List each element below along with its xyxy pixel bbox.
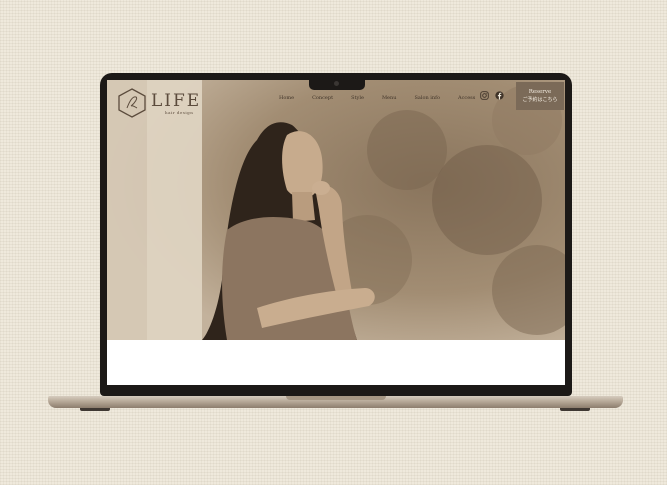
laptop-foot-left — [80, 408, 110, 411]
hero-image — [107, 80, 565, 340]
logo-title: LIFE — [151, 90, 202, 111]
nav-item-concept[interactable]: Concept — [312, 95, 333, 101]
reserve-label-jp: ご予約はこちら — [522, 97, 558, 103]
site-logo[interactable]: LIFE hair design — [117, 88, 201, 118]
reserve-button[interactable]: Reserve ご予約はこちら — [516, 82, 564, 110]
content-area — [107, 340, 565, 385]
logo-subtitle: hair design — [165, 109, 194, 115]
social-links — [480, 91, 504, 100]
facebook-icon[interactable] — [495, 91, 504, 100]
camera-icon — [334, 81, 339, 86]
hero-photo — [107, 80, 565, 340]
main-nav: Home Concept Style Menu Salon info Acces… — [279, 93, 475, 103]
nav-item-style[interactable]: Style — [351, 95, 364, 101]
laptop-foot-right — [560, 408, 590, 411]
laptop-opening-notch — [286, 396, 386, 400]
reserve-label: Reserve — [528, 89, 552, 95]
nav-item-access[interactable]: Access — [458, 95, 475, 101]
instagram-icon[interactable] — [480, 91, 489, 100]
nav-item-menu[interactable]: Menu — [382, 95, 397, 101]
nav-item-salon-info[interactable]: Salon info — [414, 95, 440, 101]
hexagon-monogram-icon — [118, 88, 146, 118]
nav-item-home[interactable]: Home — [279, 95, 294, 101]
website-screen — [107, 80, 565, 385]
